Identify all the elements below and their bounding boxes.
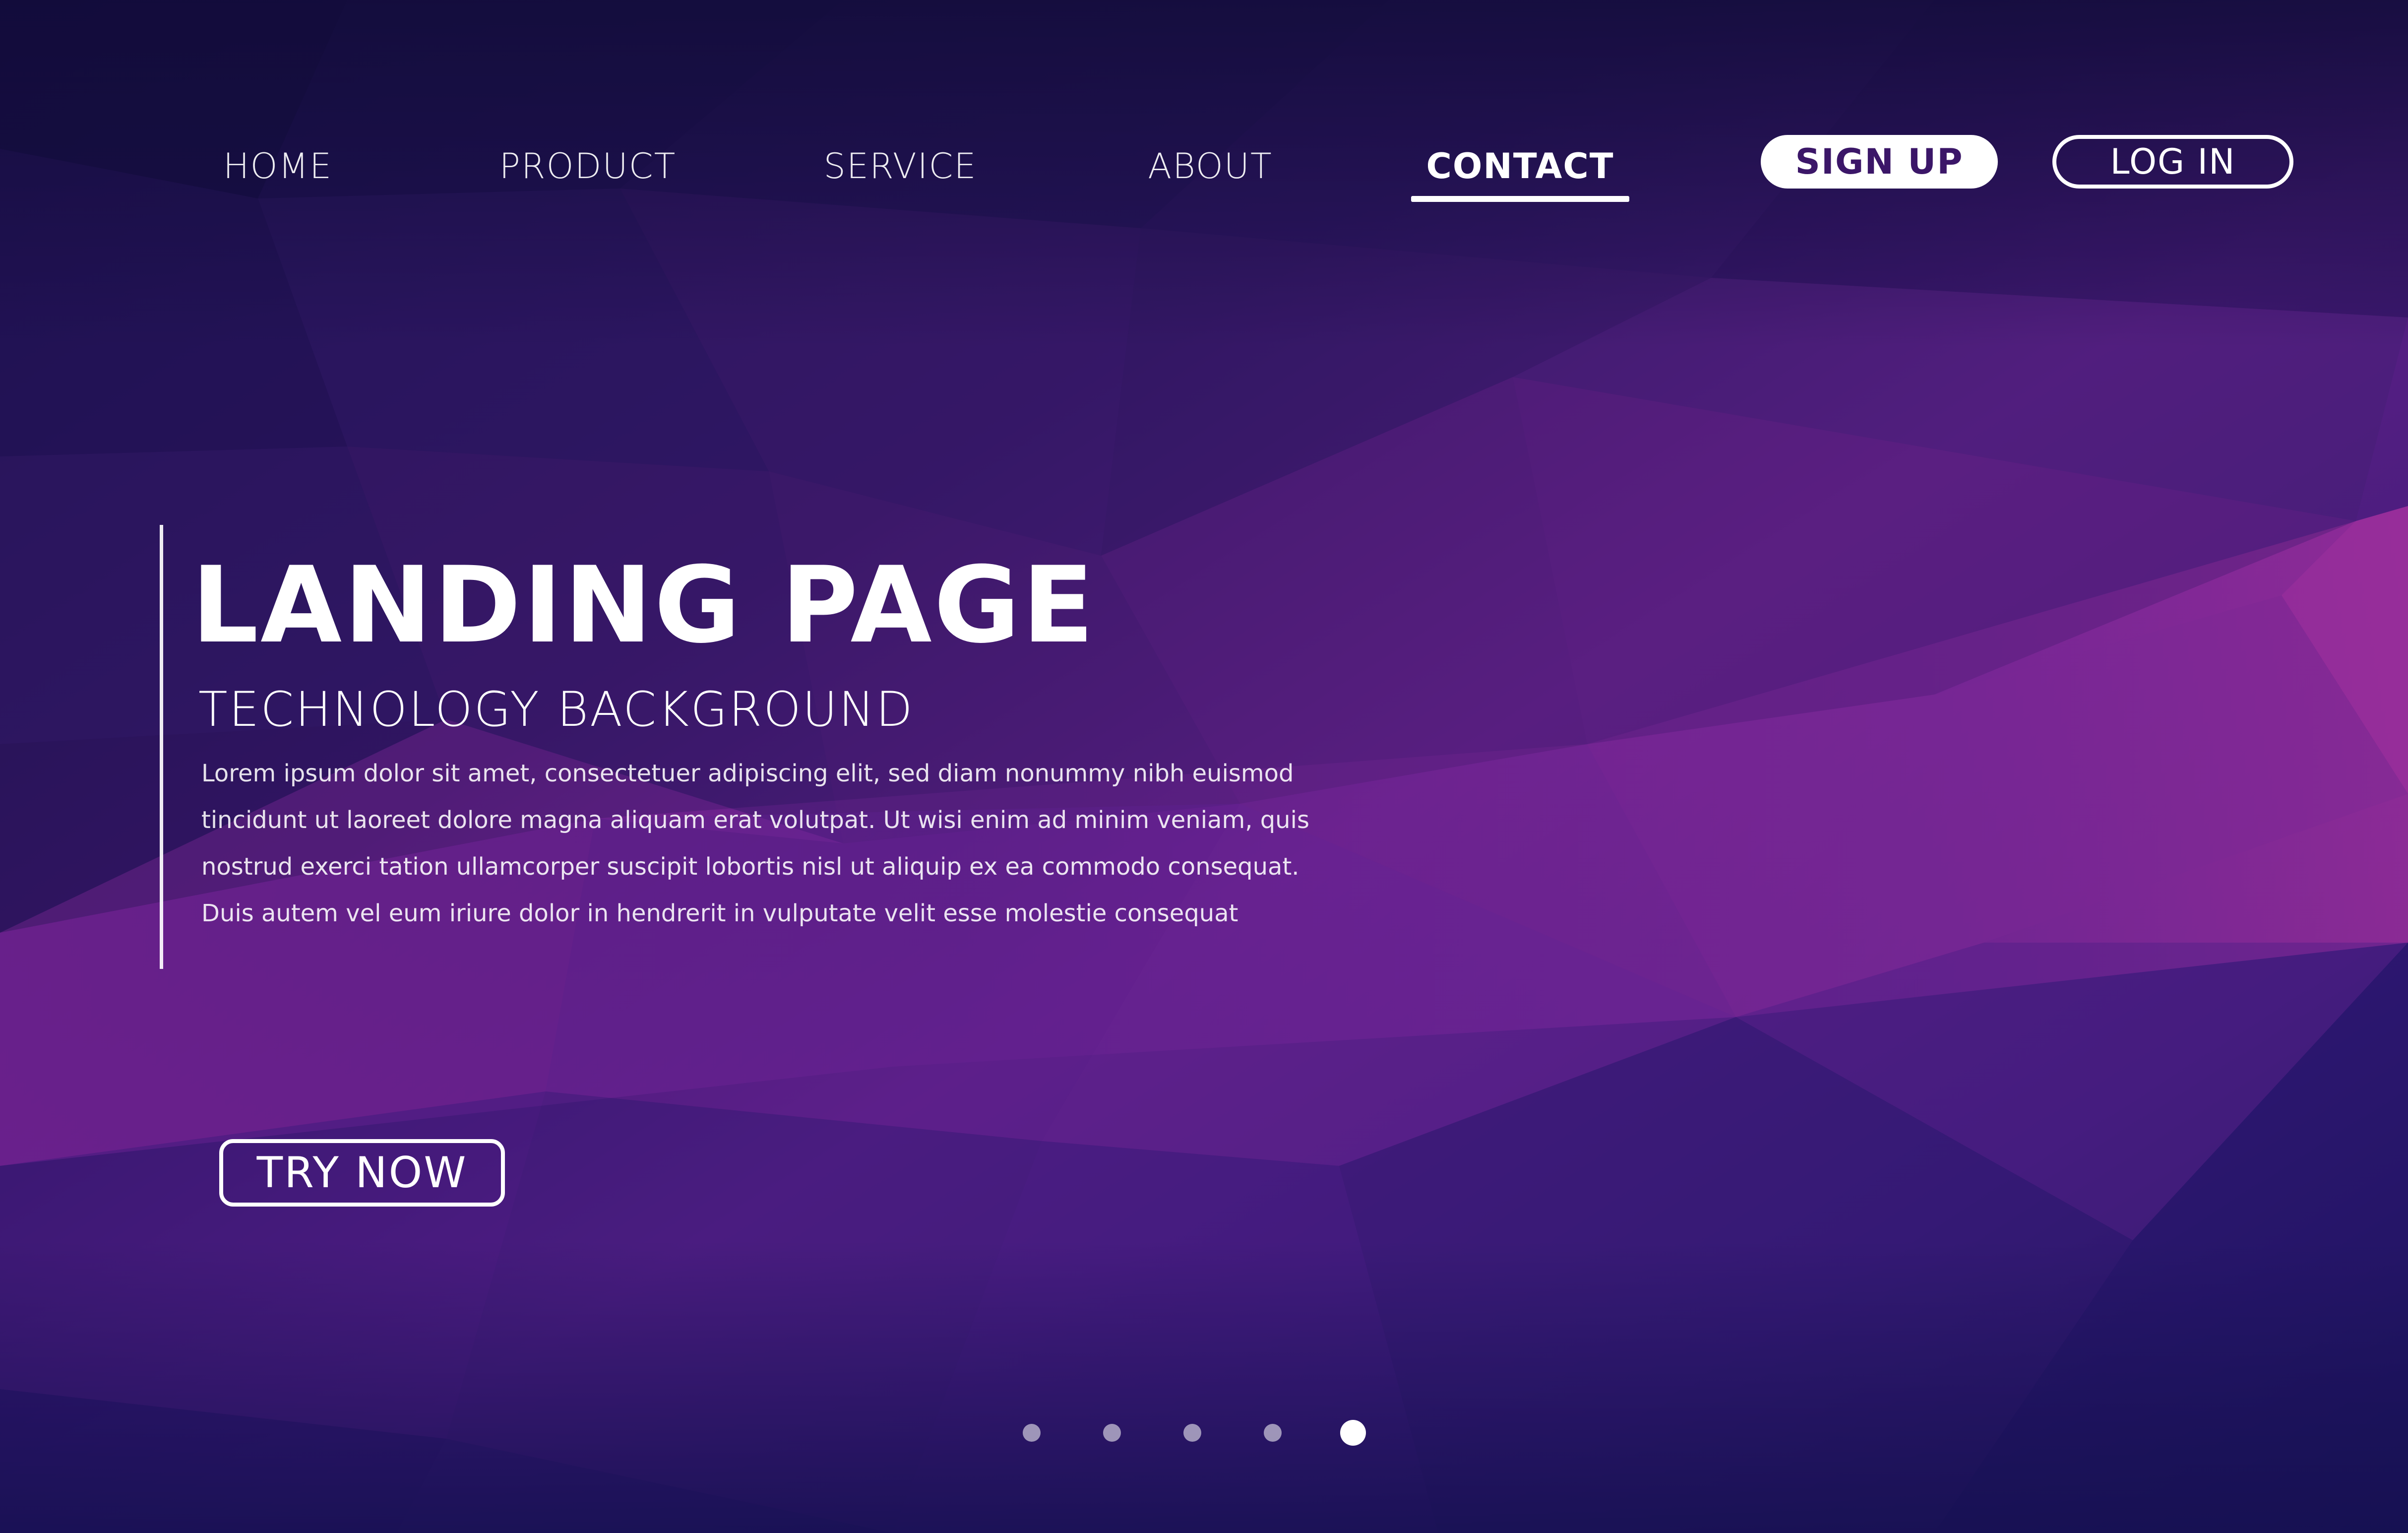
sign-up-button[interactable]: SIGN UP	[1761, 135, 1998, 189]
try-now-button[interactable]: TRY NOW	[219, 1139, 505, 1207]
pagination-dot[interactable]	[1183, 1424, 1201, 1442]
nav-item-home[interactable]: HOME	[169, 139, 387, 193]
nav-item-about[interactable]: ABOUT	[1111, 139, 1309, 193]
pagination-dot[interactable]	[1340, 1420, 1366, 1446]
hero-subtitle: TECHNOLOGY BACKGROUND	[198, 682, 914, 737]
nav-item-contact[interactable]: CONTACT	[1411, 139, 1629, 193]
pagination-dot[interactable]	[1103, 1424, 1121, 1442]
active-nav-underline	[1411, 196, 1629, 202]
hero-paragraph-line: nostrud exerci tation ullamcorper suscip…	[201, 853, 1299, 881]
landing-page: HOME PRODUCT SERVICE ABOUT CONTACT SIGN …	[0, 0, 2408, 1533]
hero-paragraph-line: tincidunt ut laoreet dolore magna aliqua…	[201, 806, 1309, 834]
pagination-dot[interactable]	[1264, 1424, 1282, 1442]
log-in-button[interactable]: LOG IN	[2052, 135, 2293, 189]
hero-paragraph: Lorem ipsum dolor sit amet, consectetuer…	[201, 750, 1309, 937]
nav-item-service[interactable]: SERVICE	[794, 139, 1007, 193]
hero-accent-line	[160, 525, 163, 969]
pagination-dot[interactable]	[1023, 1424, 1041, 1442]
hero-paragraph-line: Duis autem vel eum iriure dolor in hendr…	[201, 899, 1238, 927]
nav-item-product[interactable]: PRODUCT	[471, 139, 704, 193]
hero-paragraph-line: Lorem ipsum dolor sit amet, consectetuer…	[201, 760, 1294, 787]
hero-title: LANDING PAGE	[191, 544, 1096, 666]
